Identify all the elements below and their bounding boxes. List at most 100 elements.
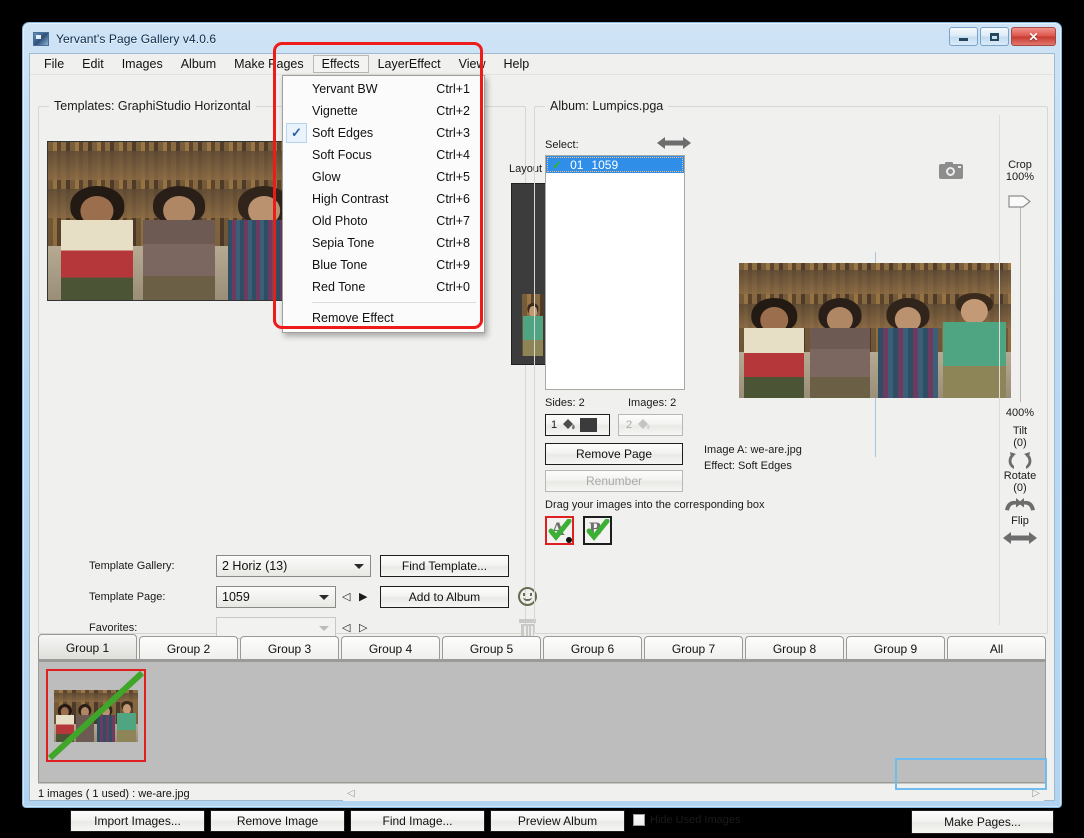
maximize-button[interactable]	[980, 27, 1009, 46]
menu-item-old-photo[interactable]: Old Photo Ctrl+7	[283, 210, 484, 232]
menu-view[interactable]: View	[450, 55, 495, 73]
tab-group-4[interactable]: Group 4	[341, 636, 440, 660]
status-bar: 1 images ( 1 used) : we-are.jpg ◁ ▷	[38, 783, 1046, 803]
menu-item-remove-effect[interactable]: Remove Effect	[283, 307, 484, 329]
menu-item-label: Soft Focus	[312, 148, 372, 162]
menu-file[interactable]: File	[35, 55, 73, 73]
menu-item-shortcut: Ctrl+8	[436, 236, 470, 250]
template-page-combo[interactable]: 1059	[216, 586, 336, 608]
template-page-prev-button[interactable]: ◁	[342, 590, 350, 603]
menu-item-soft-edges[interactable]: ✓ Soft Edges Ctrl+3	[283, 122, 484, 144]
menu-item-shortcut: Ctrl+5	[436, 170, 470, 184]
crop-slider-handle[interactable]	[1008, 195, 1032, 208]
bottom-toolbar: Import Images... Remove Image Find Image…	[38, 806, 1054, 838]
templates-group-label: Templates: GraphiStudio Horizontal	[49, 99, 256, 113]
scroll-right-button[interactable]: ▷	[1032, 788, 1040, 799]
used-image-slash-icon	[48, 671, 144, 760]
menu-item-soft-focus[interactable]: Soft Focus Ctrl+4	[283, 144, 484, 166]
tab-group-3[interactable]: Group 3	[240, 636, 339, 660]
template-page-next-button[interactable]: ▶	[359, 590, 367, 603]
menu-item-sepia-tone[interactable]: Sepia Tone Ctrl+8	[283, 232, 484, 254]
tab-group-7[interactable]: Group 7	[644, 636, 743, 660]
checkmark-icon: ✓	[552, 157, 563, 172]
photo-person-body	[809, 328, 870, 398]
favorites-prev-button[interactable]: ◁	[342, 621, 350, 634]
tab-group-1[interactable]: Group 1	[38, 634, 137, 660]
menu-item-yervant-bw[interactable]: Yervant BW Ctrl+1	[283, 78, 484, 100]
menu-item-shortcut: Ctrl+6	[436, 192, 470, 206]
find-template-button[interactable]: Find Template...	[380, 555, 509, 577]
remove-page-button[interactable]: Remove Page	[545, 443, 683, 465]
photo-person	[809, 298, 870, 398]
rotate-value: (0)	[1013, 482, 1027, 494]
camera-icon[interactable]	[939, 162, 963, 179]
menu-item-blue-tone[interactable]: Blue Tone Ctrl+9	[283, 254, 484, 276]
tab-all[interactable]: All	[947, 636, 1046, 660]
tab-group-9[interactable]: Group 9	[846, 636, 945, 660]
menu-layereffect[interactable]: LayerEffect	[369, 55, 450, 73]
minimize-button[interactable]	[949, 27, 978, 46]
group-tabs: Group 1 Group 2 Group 3 Group 4 Group 5 …	[38, 634, 1046, 660]
side-1-color-swatch[interactable]	[580, 418, 598, 432]
menu-item-vignette[interactable]: Vignette Ctrl+2	[283, 100, 484, 122]
left-right-arrow-icon[interactable]	[657, 136, 691, 150]
menu-item-glow[interactable]: Glow Ctrl+5	[283, 166, 484, 188]
find-template-label: Find Template...	[401, 559, 488, 573]
menu-item-shortcut: Ctrl+4	[436, 148, 470, 162]
menu-item-label: Sepia Tone	[312, 236, 375, 250]
side-2-button[interactable]: 2	[618, 414, 683, 436]
scroll-left-button[interactable]: ◁	[347, 788, 355, 799]
checkbox-box[interactable]	[633, 814, 645, 826]
menu-item-shortcut: Ctrl+7	[436, 214, 470, 228]
side-1-button[interactable]: 1	[545, 414, 610, 436]
filmstrip-scrollbar[interactable]: ◁ ▷	[343, 786, 1044, 801]
photo-shelf-band	[739, 269, 1011, 295]
tab-group-8[interactable]: Group 8	[745, 636, 844, 660]
tilt-arrows-icon[interactable]	[1001, 451, 1039, 471]
hide-used-images-checkbox[interactable]: Hide Used Images	[633, 814, 741, 826]
preview-album-button[interactable]: Preview Album	[490, 810, 625, 832]
album-list-item[interactable]: ✓ 01 1059	[546, 156, 684, 173]
effects-dropdown-menu[interactable]: Yervant BW Ctrl+1 Vignette Ctrl+2 ✓ Soft…	[282, 75, 485, 333]
tab-group-5[interactable]: Group 5	[442, 636, 541, 660]
image-filmstrip[interactable]	[38, 661, 1046, 783]
tab-label: Group 7	[671, 641, 716, 656]
renumber-button[interactable]: Renumber	[545, 470, 683, 492]
tab-group-6[interactable]: Group 6	[543, 636, 642, 660]
menu-item-shortcut: Ctrl+2	[436, 104, 470, 118]
menu-help[interactable]: Help	[495, 55, 539, 73]
menu-make-pages[interactable]: Make Pages	[225, 55, 312, 73]
rotate-label: Rotate	[1003, 470, 1037, 482]
drop-box-b[interactable]: B	[583, 516, 612, 545]
menu-edit[interactable]: Edit	[73, 55, 113, 73]
menu-item-red-tone[interactable]: Red Tone Ctrl+0	[283, 276, 484, 298]
menu-item-shortcut: Ctrl+1	[436, 82, 470, 96]
crop-slider-track[interactable]	[1020, 197, 1021, 402]
menu-album[interactable]: Album	[172, 55, 225, 73]
menu-images[interactable]: Images	[113, 55, 172, 73]
template-gallery-combo[interactable]: 2 Horiz (13)	[216, 555, 371, 577]
favorites-next-button[interactable]: ▷	[359, 621, 367, 634]
side-1-number: 1	[551, 419, 558, 431]
remove-image-button[interactable]: Remove Image	[210, 810, 345, 832]
menu-item-high-contrast[interactable]: High Contrast Ctrl+6	[283, 188, 484, 210]
add-to-album-button[interactable]: Add to Album	[380, 586, 509, 608]
make-pages-button[interactable]: Make Pages...	[911, 810, 1054, 834]
album-page-list[interactable]: ✓ 01 1059	[545, 155, 685, 390]
rotate-arrows-icon[interactable]	[1001, 496, 1039, 514]
tab-group-2[interactable]: Group 2	[139, 636, 238, 660]
tilt-label: Tilt	[1012, 425, 1028, 437]
flip-horizontal-icon[interactable]	[1003, 531, 1037, 545]
album-group: Album: Lumpics.pga Select: ✓ 01 1059 Sid…	[534, 99, 1048, 634]
close-button[interactable]: ✕	[1011, 27, 1056, 46]
hide-used-images-label: Hide Used Images	[650, 814, 741, 826]
filmstrip-thumbnail[interactable]	[46, 669, 146, 762]
tab-label: Group 8	[772, 641, 817, 656]
menu-effects[interactable]: Effects	[312, 55, 369, 73]
template-page-label: Template Page:	[89, 591, 166, 603]
menu-item-label: Glow	[312, 170, 341, 184]
find-image-button[interactable]: Find Image...	[350, 810, 485, 832]
tab-label: Group 6	[570, 641, 615, 656]
drop-box-a[interactable]: A	[545, 516, 574, 545]
import-images-button[interactable]: Import Images...	[70, 810, 205, 832]
